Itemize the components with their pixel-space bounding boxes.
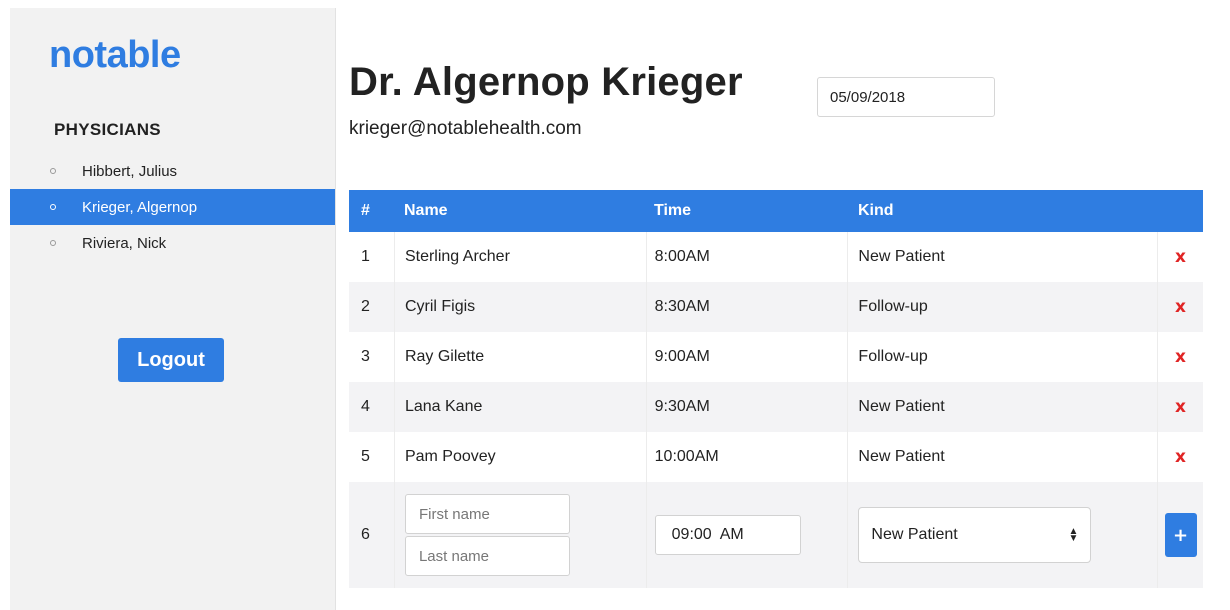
date-input[interactable] bbox=[817, 77, 995, 117]
app-logo: notable bbox=[49, 34, 181, 76]
bullet-icon bbox=[50, 240, 56, 246]
cell-name: Lana Kane bbox=[393, 382, 646, 432]
name-inputs bbox=[404, 494, 570, 576]
delete-icon[interactable]: x bbox=[1175, 447, 1186, 467]
col-header-time: Time bbox=[654, 202, 692, 219]
cell-num: 3 bbox=[361, 348, 370, 365]
physicians-heading: PHYSICIANS bbox=[54, 120, 161, 139]
new-appointment-row: 6 New Patient ▲▼ + bbox=[349, 482, 1203, 588]
bullet-icon bbox=[50, 204, 56, 210]
col-header-num: # bbox=[361, 202, 370, 219]
col-header-name: Name bbox=[404, 202, 448, 219]
cell-num: 1 bbox=[361, 248, 370, 265]
table-row: 5 Pam Poovey 10:00AM New Patient x bbox=[349, 432, 1203, 482]
cell-name: Ray Gilette bbox=[393, 332, 646, 382]
cell-name: Pam Poovey bbox=[393, 432, 646, 482]
cell-kind: New Patient bbox=[847, 432, 1157, 482]
appointments-table: # Name Time Kind 1 Sterling Archer 8:00A… bbox=[349, 190, 1203, 588]
delete-icon[interactable]: x bbox=[1175, 297, 1186, 317]
cell-kind: Follow-up bbox=[847, 282, 1157, 332]
table-row: 2 Cyril Figis 8:30AM Follow-up x bbox=[349, 282, 1203, 332]
cell-time: 8:30AM bbox=[645, 282, 848, 332]
cell-num: 5 bbox=[361, 448, 370, 465]
cell-num: 4 bbox=[361, 398, 370, 415]
physician-item-krieger[interactable]: Krieger, Algernop bbox=[10, 189, 335, 225]
first-name-input[interactable] bbox=[404, 494, 570, 534]
last-name-input[interactable] bbox=[404, 536, 570, 576]
cell-num: 6 bbox=[361, 526, 370, 543]
add-appointment-button[interactable]: + bbox=[1164, 513, 1197, 557]
cell-kind: New Patient bbox=[847, 232, 1157, 282]
kind-select[interactable]: New Patient ▲ ▼ bbox=[858, 507, 1092, 563]
cell-time: 9:30AM bbox=[645, 382, 848, 432]
bullet-icon bbox=[50, 168, 56, 174]
page-title: Dr. Algernop Krieger bbox=[349, 60, 743, 104]
delete-icon[interactable]: x bbox=[1175, 347, 1186, 367]
delete-icon[interactable]: x bbox=[1175, 397, 1186, 417]
sidebar: notable PHYSICIANS Hibbert, Julius Krieg… bbox=[10, 8, 336, 610]
cell-kind: Follow-up bbox=[847, 332, 1157, 382]
physician-label: Riviera, Nick bbox=[82, 234, 167, 252]
table-row: 4 Lana Kane 9:30AM New Patient x bbox=[349, 382, 1203, 432]
doctor-email: krieger@notablehealth.com bbox=[349, 118, 582, 139]
table-row: 1 Sterling Archer 8:00AM New Patient x bbox=[349, 232, 1203, 282]
table-row: 3 Ray Gilette 9:00AM Follow-up x bbox=[349, 332, 1203, 382]
cell-name: Sterling Archer bbox=[393, 232, 646, 282]
physician-label: Krieger, Algernop bbox=[82, 198, 198, 216]
cell-time: 8:00AM bbox=[645, 232, 848, 282]
delete-icon[interactable]: x bbox=[1175, 247, 1186, 267]
logout-button[interactable]: Logout bbox=[118, 338, 224, 382]
physician-list: Hibbert, Julius Krieger, Algernop Rivier… bbox=[10, 153, 335, 261]
kind-select-value: New Patient bbox=[871, 526, 958, 543]
col-header-kind: Kind bbox=[858, 202, 894, 219]
physician-label: Hibbert, Julius bbox=[82, 162, 178, 180]
cell-name: Cyril Figis bbox=[393, 282, 646, 332]
cell-kind: New Patient bbox=[847, 382, 1157, 432]
cell-num: 2 bbox=[361, 298, 370, 315]
physician-item-hibbert[interactable]: Hibbert, Julius bbox=[10, 153, 335, 189]
physician-item-riviera[interactable]: Riviera, Nick bbox=[10, 225, 335, 261]
cell-time: 9:00AM bbox=[645, 332, 848, 382]
table-header: # Name Time Kind bbox=[349, 190, 1203, 232]
cell-time: 10:00AM bbox=[645, 432, 848, 482]
time-input[interactable] bbox=[654, 515, 801, 555]
select-arrows-icon: ▲ ▼ bbox=[1068, 526, 1079, 544]
